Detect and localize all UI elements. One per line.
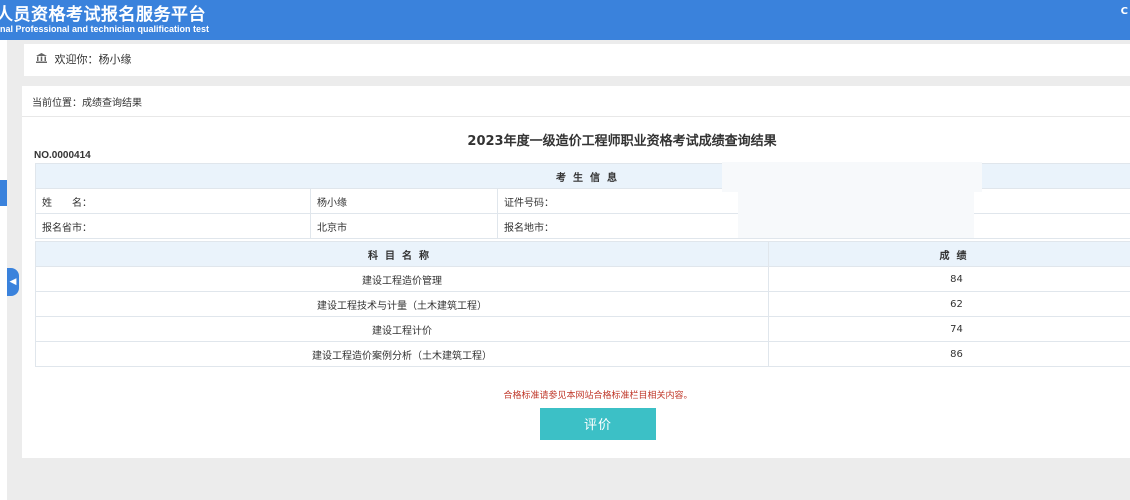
- table-row: 建设工程计价 74: [35, 316, 1130, 342]
- table-row: 建设工程造价管理 84: [35, 266, 1130, 292]
- province-value: 北京市: [310, 213, 498, 239]
- divider: [22, 116, 1130, 117]
- name-label: 姓 名：: [35, 188, 311, 214]
- breadcrumb: 当前位置：成绩查询结果: [32, 98, 142, 109]
- subject-name: 建设工程造价管理: [35, 266, 769, 292]
- evaluate-button[interactable]: 评价: [540, 408, 656, 440]
- table-row: 建设工程技术与计量（土木建筑工程） 62: [35, 291, 1130, 317]
- subject-score: 84: [768, 266, 1130, 292]
- sidebar-active-marker: [0, 180, 7, 206]
- subject-score: 86: [768, 341, 1130, 367]
- qualification-note: 合格标准请参见本网站合格标准栏目相关内容。: [503, 391, 693, 401]
- page-title: 2023年度一级造价工程师职业资格考试成绩查询结果: [467, 134, 777, 149]
- redaction-mask: [722, 162, 982, 192]
- left-sidebar: [0, 40, 7, 500]
- score-header: 成绩: [768, 241, 1130, 267]
- header-corner-text: C: [1120, 6, 1128, 17]
- redaction-mask: [738, 192, 974, 238]
- platform-title: 人员资格考试报名服务平台: [0, 5, 206, 25]
- top-header: 人员资格考试报名服务平台 nal Professional and techni…: [0, 0, 1130, 40]
- welcome-text: 欢迎你：杨小缘: [54, 53, 132, 66]
- province-label: 报名省市：: [35, 213, 311, 239]
- welcome-bar: 欢迎你：杨小缘: [24, 44, 1130, 76]
- subject-name: 建设工程造价案例分析（土木建筑工程）: [35, 341, 769, 367]
- subject-score: 62: [768, 291, 1130, 317]
- name-value: 杨小缘: [310, 188, 498, 214]
- subject-header-row: 科目名称 成绩: [35, 241, 1130, 267]
- subject-name: 建设工程计价: [35, 316, 769, 342]
- subject-header: 科目名称: [35, 241, 769, 267]
- sidebar-collapse-button[interactable]: ◀: [7, 268, 19, 296]
- main-content: 当前位置：成绩查询结果 2023年度一级造价工程师职业资格考试成绩查询结果 NO…: [22, 86, 1130, 458]
- chevron-left-icon: ◀: [9, 277, 17, 287]
- bank-icon: [36, 44, 47, 76]
- platform-subtitle: nal Professional and technician qualific…: [0, 24, 210, 34]
- subject-name: 建设工程技术与计量（土木建筑工程）: [35, 291, 769, 317]
- certificate-number: NO.0000414: [34, 150, 91, 161]
- table-row: 建设工程造价案例分析（土木建筑工程） 86: [35, 341, 1130, 367]
- subject-score: 74: [768, 316, 1130, 342]
- subject-table: 科目名称 成绩 建设工程造价管理 84 建设工程技术与计量（土木建筑工程） 62…: [35, 241, 1130, 367]
